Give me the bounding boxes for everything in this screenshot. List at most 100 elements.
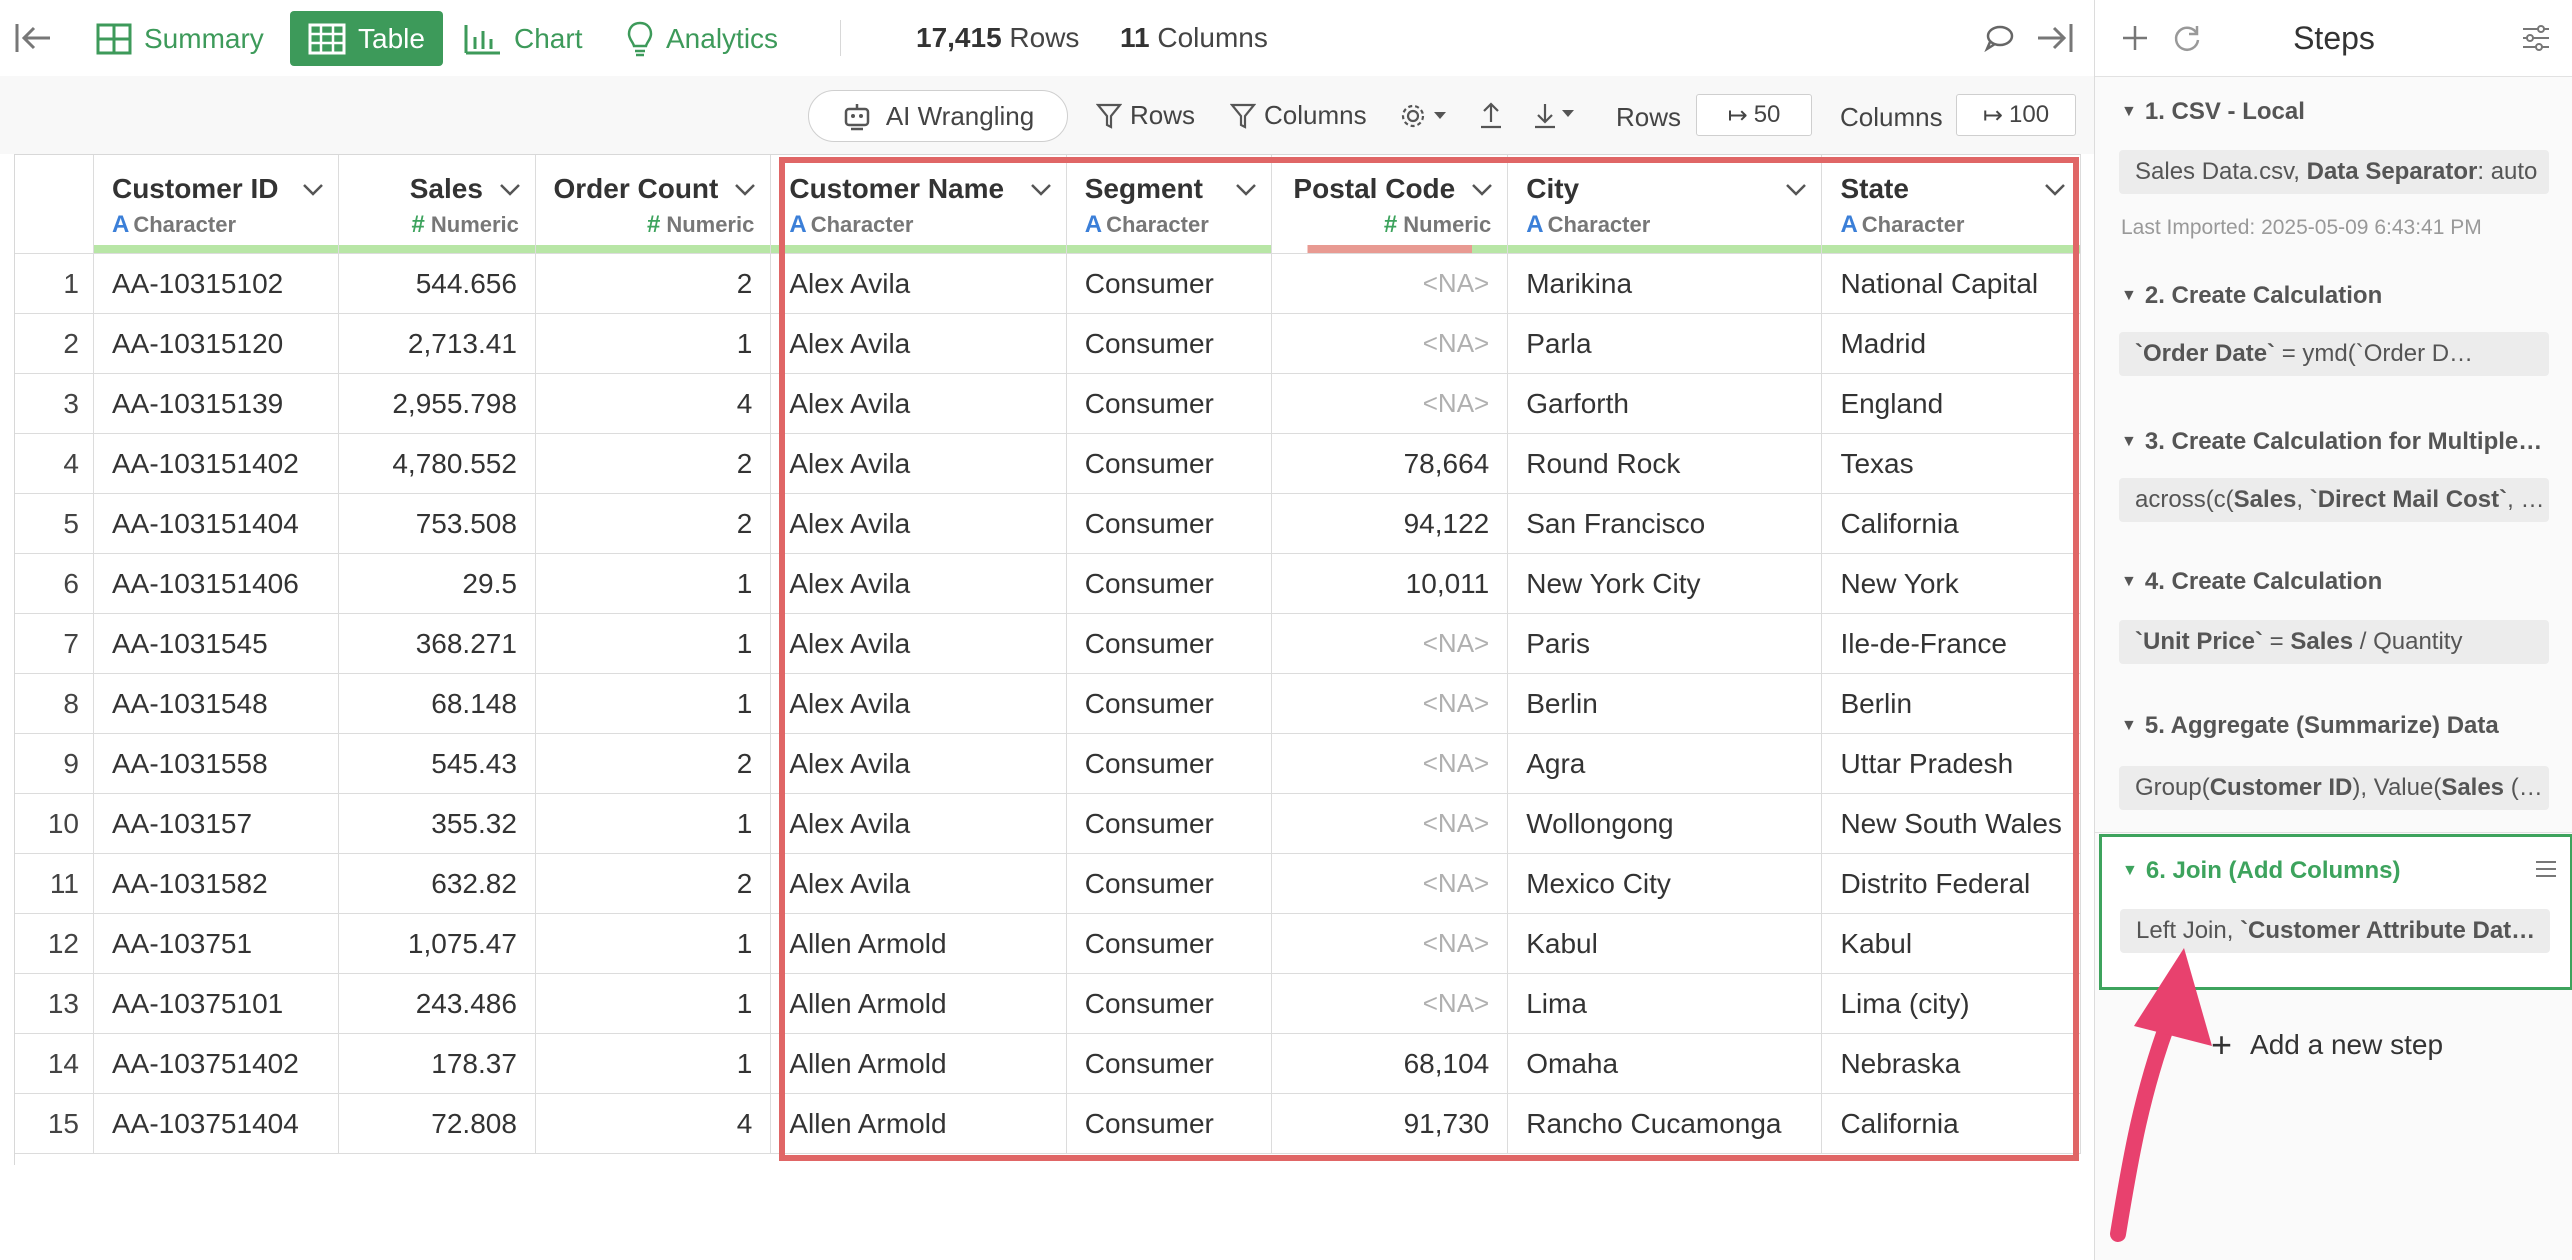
table-cell[interactable]: 545.43 [338, 733, 536, 794]
caret-down-icon[interactable]: ▼ [2121, 573, 2137, 590]
step-2[interactable]: ▼ 2. Create Calculation `Order Date` = ym… [2095, 258, 2572, 405]
table-cell[interactable]: AA-103151404 [93, 493, 340, 554]
tab-table[interactable]: Table [290, 11, 443, 66]
table-cell[interactable]: Consumer [1066, 433, 1273, 494]
settings-dropdown-icon[interactable] [1400, 102, 1450, 130]
table-cell[interactable]: Parla [1507, 313, 1823, 374]
table-cell[interactable]: 355.32 [338, 793, 536, 854]
table-cell[interactable]: Consumer [1066, 673, 1273, 734]
table-cell[interactable]: <NA> [1271, 673, 1509, 734]
chevron-down-icon[interactable] [302, 183, 324, 197]
table-cell[interactable]: 753.508 [338, 493, 536, 554]
chevron-down-icon[interactable] [1785, 183, 1807, 197]
table-cell[interactable]: 1 [535, 1033, 772, 1094]
collapse-left-icon[interactable] [14, 20, 52, 56]
table-cell[interactable]: Ile-de-France [1821, 613, 2081, 674]
step-body[interactable]: Sales Data.csv, Data Separator: auto [2119, 150, 2549, 194]
table-cell[interactable]: AA-10315139 [93, 373, 340, 434]
caret-down-icon[interactable]: ▼ [2122, 862, 2138, 879]
column-header[interactable]: Customer Name A Character [770, 155, 1067, 254]
step-body[interactable]: `Unit Price` = Sales / Quantity [2119, 620, 2549, 664]
table-cell[interactable]: Texas [1821, 433, 2081, 494]
table-cell[interactable]: Rancho Cucamonga [1507, 1093, 1823, 1154]
table-cell[interactable]: <NA> [1271, 913, 1509, 974]
ai-wrangling-button[interactable]: AI Wrangling [808, 90, 1068, 142]
table-cell[interactable]: <NA> [1271, 373, 1509, 434]
menu-icon[interactable] [2534, 859, 2558, 879]
caret-down-icon[interactable]: ▼ [2121, 433, 2137, 450]
sliders-icon[interactable] [2521, 24, 2551, 52]
table-cell[interactable]: 1 [535, 913, 772, 974]
column-header[interactable]: Order Count # Numeric [535, 155, 772, 254]
table-cell[interactable]: 29.5 [338, 553, 536, 614]
table-cell[interactable]: AA-103751404 [93, 1093, 340, 1154]
table-cell[interactable]: 68,104 [1271, 1033, 1509, 1094]
step-4[interactable]: ▼ 4. Create Calculation `Unit Price` = Sa… [2095, 548, 2572, 693]
table-cell[interactable]: New South Wales [1821, 793, 2081, 854]
table-cell[interactable]: England [1821, 373, 2081, 434]
table-cell[interactable]: 632.82 [338, 853, 536, 914]
table-cell[interactable]: <NA> [1271, 613, 1509, 674]
comment-icon[interactable] [1984, 24, 2014, 52]
table-cell[interactable]: 368.271 [338, 613, 536, 674]
table-cell[interactable]: Kabul [1507, 913, 1823, 974]
table-cell[interactable]: Consumer [1066, 913, 1273, 974]
table-cell[interactable]: AA-103151406 [93, 553, 340, 614]
table-cell[interactable]: Alex Avila [770, 793, 1067, 854]
column-header[interactable]: City A Character [1507, 155, 1823, 254]
table-cell[interactable]: 2 [535, 253, 772, 314]
rows-limit-input[interactable]: ↦ 50 [1696, 94, 1812, 136]
table-cell[interactable]: Distrito Federal [1821, 853, 2081, 914]
table-cell[interactable]: AA-103157 [93, 793, 340, 854]
table-cell[interactable]: 94,122 [1271, 493, 1509, 554]
table-cell[interactable]: Berlin [1821, 673, 2081, 734]
add-step-button[interactable]: + Add a new step [2211, 1024, 2443, 1066]
step-body[interactable]: `Order Date` = ymd(`Order D… [2119, 332, 2549, 376]
table-cell[interactable]: Allen Armold [770, 913, 1067, 974]
table-cell[interactable]: Alex Avila [770, 553, 1067, 614]
table-cell[interactable]: AA-10315102 [93, 253, 340, 314]
table-cell[interactable]: <NA> [1271, 793, 1509, 854]
table-cell[interactable]: AA-1031582 [93, 853, 340, 914]
table-cell[interactable]: San Francisco [1507, 493, 1823, 554]
table-cell[interactable]: 2,955.798 [338, 373, 536, 434]
table-cell[interactable]: Consumer [1066, 493, 1273, 554]
collapse-right-icon[interactable] [2036, 20, 2074, 56]
table-cell[interactable]: Alex Avila [770, 733, 1067, 794]
table-cell[interactable]: Allen Armold [770, 1093, 1067, 1154]
table-cell[interactable]: 1 [535, 553, 772, 614]
table-cell[interactable]: AA-103151402 [93, 433, 340, 494]
table-cell[interactable]: Consumer [1066, 373, 1273, 434]
table-cell[interactable]: Agra [1507, 733, 1823, 794]
table-cell[interactable]: Kabul [1821, 913, 2081, 974]
table-cell[interactable]: 1 [535, 973, 772, 1034]
table-cell[interactable]: Garforth [1507, 373, 1823, 434]
table-cell[interactable]: 10,011 [1271, 553, 1509, 614]
table-cell[interactable]: 2 [535, 853, 772, 914]
table-cell[interactable]: AA-103751402 [93, 1033, 340, 1094]
table-cell[interactable]: Madrid [1821, 313, 2081, 374]
table-cell[interactable]: 2 [535, 433, 772, 494]
rows-filter-button[interactable]: Rows [1096, 100, 1195, 131]
table-cell[interactable]: 68.148 [338, 673, 536, 734]
table-cell[interactable]: Alex Avila [770, 493, 1067, 554]
chevron-down-icon[interactable] [734, 183, 756, 197]
table-cell[interactable]: Alex Avila [770, 313, 1067, 374]
column-header[interactable]: Customer ID A Character [93, 155, 340, 254]
table-cell[interactable]: <NA> [1271, 853, 1509, 914]
table-cell[interactable]: Alex Avila [770, 853, 1067, 914]
table-cell[interactable]: <NA> [1271, 253, 1509, 314]
table-cell[interactable]: 2 [535, 733, 772, 794]
table-cell[interactable]: 2 [535, 493, 772, 554]
chevron-down-icon[interactable] [1471, 183, 1493, 197]
column-header[interactable]: Sales # Numeric [338, 155, 536, 254]
step-body[interactable]: Group(Customer ID), Value(Sales (… [2119, 766, 2549, 810]
table-cell[interactable]: Wollongong [1507, 793, 1823, 854]
table-cell[interactable]: Alex Avila [770, 673, 1067, 734]
table-cell[interactable]: AA-1031548 [93, 673, 340, 734]
table-cell[interactable]: 4 [535, 373, 772, 434]
table-cell[interactable]: Uttar Pradesh [1821, 733, 2081, 794]
column-header[interactable]: Postal Code # Numeric [1271, 155, 1509, 254]
table-cell[interactable]: AA-1031558 [93, 733, 340, 794]
table-cell[interactable]: Consumer [1066, 553, 1273, 614]
